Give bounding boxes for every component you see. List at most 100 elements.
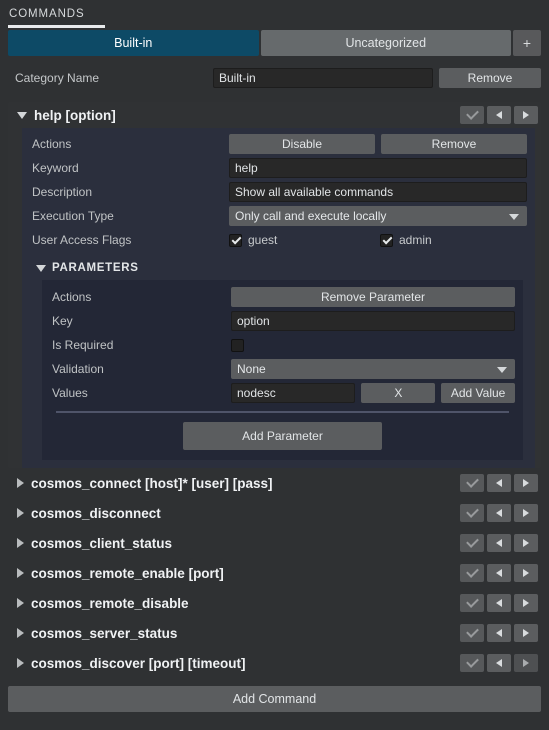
tab-built-in[interactable]: Built-in — [8, 30, 259, 56]
param-is-required-checkbox[interactable] — [231, 338, 244, 352]
param-value-input[interactable]: nodesc — [231, 383, 356, 403]
param-validation-label: Validation — [52, 362, 104, 376]
command-move-down-button[interactable] — [514, 654, 538, 672]
command-row-title: cosmos_disconnect — [31, 505, 161, 521]
command-enabled-check-button[interactable] — [460, 624, 484, 642]
command-enabled-check-button[interactable] — [460, 534, 484, 552]
param-validation-select-wrap: None — [231, 359, 515, 379]
row-description: Description Show all available commands — [30, 182, 527, 202]
command-row[interactable]: cosmos_remote_enable [port] — [8, 558, 541, 588]
command-row[interactable]: cosmos_remote_disable — [8, 588, 541, 618]
command-move-down-button[interactable] — [514, 624, 538, 642]
execution-type-select[interactable]: Only call and execute locally — [229, 206, 527, 226]
user-access-flags-label: User Access Flags — [32, 233, 132, 247]
command-row[interactable]: cosmos_discover [port] [timeout] — [8, 648, 541, 678]
add-command-button[interactable]: Add Command — [8, 686, 541, 712]
parameters-chevron-down-icon[interactable] — [36, 264, 46, 272]
chevron-right-icon[interactable] — [17, 658, 24, 668]
chevron-down-icon[interactable] — [17, 111, 27, 119]
chevron-right-icon[interactable] — [17, 508, 24, 518]
command-move-up-button[interactable] — [487, 534, 511, 552]
command-move-down-button[interactable] — [514, 504, 538, 522]
parameters-section-header[interactable]: PARAMETERS — [30, 254, 527, 280]
command-list: help [option] Actions Disable Remove Key… — [8, 102, 541, 678]
command-move-up-button[interactable] — [487, 504, 511, 522]
parameters-section-title: PARAMETERS — [52, 262, 139, 274]
param-row-key: Key option — [50, 311, 515, 331]
command-row[interactable]: cosmos_connect [host]* [user] [pass] — [8, 468, 541, 498]
chevron-right-icon[interactable] — [17, 478, 24, 488]
command-enabled-check-button[interactable] — [460, 654, 484, 672]
add-command-wrap: Add Command — [8, 686, 541, 712]
param-key-label: Key — [52, 314, 73, 328]
command-row-title: cosmos_connect [host]* [user] [pass] — [31, 475, 273, 491]
keyword-label: Keyword — [32, 161, 79, 175]
flag-guest-label: guest — [248, 233, 278, 247]
command-move-down-button[interactable] — [514, 594, 538, 612]
command-row[interactable]: cosmos_disconnect — [8, 498, 541, 528]
command-move-down-button[interactable] — [514, 534, 538, 552]
chevron-right-icon[interactable] — [17, 568, 24, 578]
param-row-validation: Validation None — [50, 359, 515, 379]
command-help-header[interactable]: help [option] — [8, 102, 541, 128]
category-name-row: Category Name Built-in Remove — [8, 68, 541, 88]
command-row-title: cosmos_remote_disable — [31, 595, 189, 611]
param-row-values: Values nodesc X Add Value — [50, 383, 515, 403]
command-move-up-button[interactable] — [487, 106, 511, 124]
command-help-title: help [option] — [34, 107, 116, 123]
command-row-controls — [460, 504, 538, 522]
row-execution-type: Execution Type Only call and execute loc… — [30, 206, 527, 226]
category-name-input[interactable]: Built-in — [213, 68, 433, 88]
remove-value-button[interactable]: X — [361, 383, 436, 403]
command-row[interactable]: cosmos_client_status — [8, 528, 541, 558]
flag-admin-label: admin — [399, 233, 432, 247]
add-value-button[interactable]: Add Value — [441, 383, 515, 403]
command-row-controls — [460, 624, 538, 642]
command-enabled-check-button[interactable] — [460, 594, 484, 612]
keyword-input[interactable]: help — [229, 158, 527, 178]
add-parameter-wrap: Add Parameter — [50, 413, 515, 452]
execution-type-label: Execution Type — [32, 209, 114, 223]
row-actions: Actions Disable Remove — [30, 134, 527, 154]
command-move-up-button[interactable] — [487, 654, 511, 672]
disable-command-button[interactable]: Disable — [229, 134, 375, 154]
category-tabbar: Built-in Uncategorized + — [8, 30, 541, 56]
command-move-up-button[interactable] — [487, 624, 511, 642]
tab-uncategorized[interactable]: Uncategorized — [260, 30, 511, 56]
param-key-input[interactable]: option — [231, 311, 515, 331]
flag-admin[interactable]: admin — [380, 233, 432, 247]
flag-guest-checkbox[interactable] — [229, 233, 242, 247]
param-actions-label: Actions — [52, 290, 92, 304]
chevron-right-icon[interactable] — [17, 598, 24, 608]
param-validation-select[interactable]: None — [231, 359, 515, 379]
param-row-actions: Actions Remove Parameter — [50, 287, 515, 307]
command-move-up-button[interactable] — [487, 474, 511, 492]
add-parameter-button[interactable]: Add Parameter — [183, 422, 382, 450]
panel-title-underline — [8, 25, 105, 28]
description-input[interactable]: Show all available commands — [229, 182, 527, 202]
command-help-controls — [460, 106, 538, 124]
command-enabled-check-button[interactable] — [460, 106, 484, 124]
command-row-title: cosmos_server_status — [31, 625, 178, 641]
chevron-right-icon[interactable] — [17, 538, 24, 548]
command-help-form: Actions Disable Remove Keyword help Desc… — [22, 128, 535, 468]
command-row-controls — [460, 564, 538, 582]
command-move-up-button[interactable] — [487, 594, 511, 612]
command-move-up-button[interactable] — [487, 564, 511, 582]
flag-guest[interactable]: guest — [229, 233, 374, 247]
command-enabled-check-button[interactable] — [460, 564, 484, 582]
command-move-down-button[interactable] — [514, 106, 538, 124]
tab-built-in-label: Built-in — [114, 36, 153, 50]
command-enabled-check-button[interactable] — [460, 504, 484, 522]
add-category-button[interactable]: + — [513, 30, 541, 56]
command-move-down-button[interactable] — [514, 474, 538, 492]
remove-parameter-button[interactable]: Remove Parameter — [231, 287, 515, 307]
command-move-down-button[interactable] — [514, 564, 538, 582]
row-keyword: Keyword help — [30, 158, 527, 178]
flag-admin-checkbox[interactable] — [380, 233, 393, 247]
remove-category-button[interactable]: Remove — [439, 68, 541, 88]
command-row[interactable]: cosmos_server_status — [8, 618, 541, 648]
command-enabled-check-button[interactable] — [460, 474, 484, 492]
remove-command-button[interactable]: Remove — [381, 134, 527, 154]
chevron-right-icon[interactable] — [17, 628, 24, 638]
